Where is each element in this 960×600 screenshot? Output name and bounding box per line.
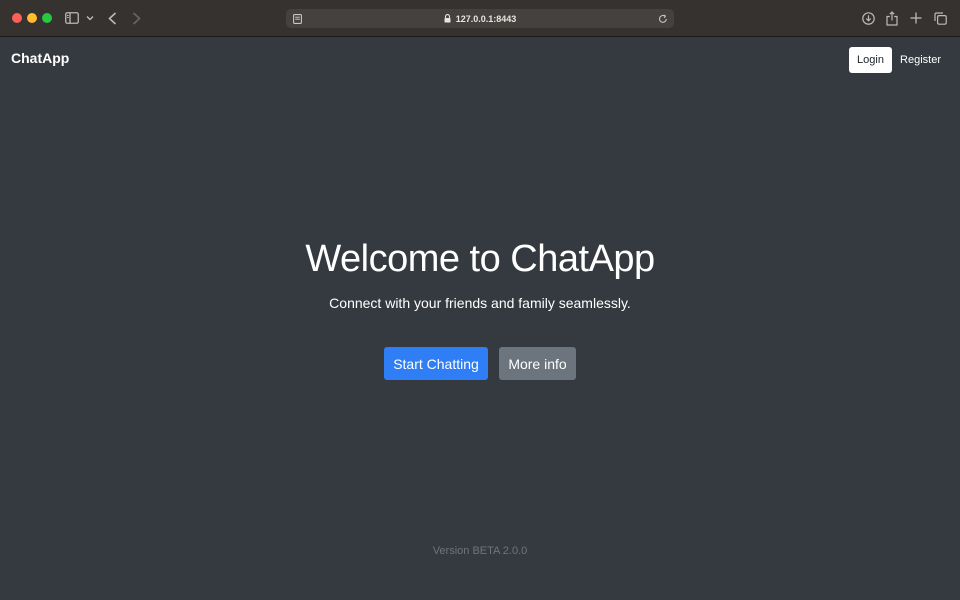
register-button[interactable]: Register [895,47,946,73]
address-bar[interactable]: 127.0.0.1:8443 [286,9,674,28]
version-label: Version BETA 2.0.0 [432,545,528,557]
reload-icon[interactable] [657,12,669,25]
hero-title: Welcome to ChatApp [305,238,655,280]
tabs-overview-icon[interactable] [932,10,948,26]
plus-icon[interactable] [908,10,924,26]
more-info-button[interactable]: More info [499,347,576,380]
url-text: 127.0.0.1:8443 [455,13,517,24]
share-icon[interactable] [884,9,900,27]
maximize-window-button[interactable] [42,13,52,23]
minimize-window-button[interactable] [27,13,37,23]
close-window-button[interactable] [12,13,22,23]
sidebar-icon[interactable] [64,11,80,25]
start-chatting-button[interactable]: Start Chatting [384,347,488,380]
login-button[interactable]: Login [849,47,892,73]
back-icon[interactable] [104,10,120,26]
hero-subtitle: Connect with your friends and family sea… [329,295,631,311]
forward-icon[interactable] [128,10,144,26]
url-display[interactable]: 127.0.0.1:8443 [286,9,674,28]
lock-icon [444,13,452,24]
browser-window: 127.0.0.1:8443 ChatApp Login Register We… [0,0,960,600]
brand-link[interactable]: ChatApp [11,50,69,66]
browser-toolbar: 127.0.0.1:8443 [0,0,960,37]
download-icon[interactable] [860,10,876,26]
chevron-down-icon[interactable] [84,11,96,25]
page-content: ChatApp Login Register Welcome to ChatAp… [0,37,960,600]
